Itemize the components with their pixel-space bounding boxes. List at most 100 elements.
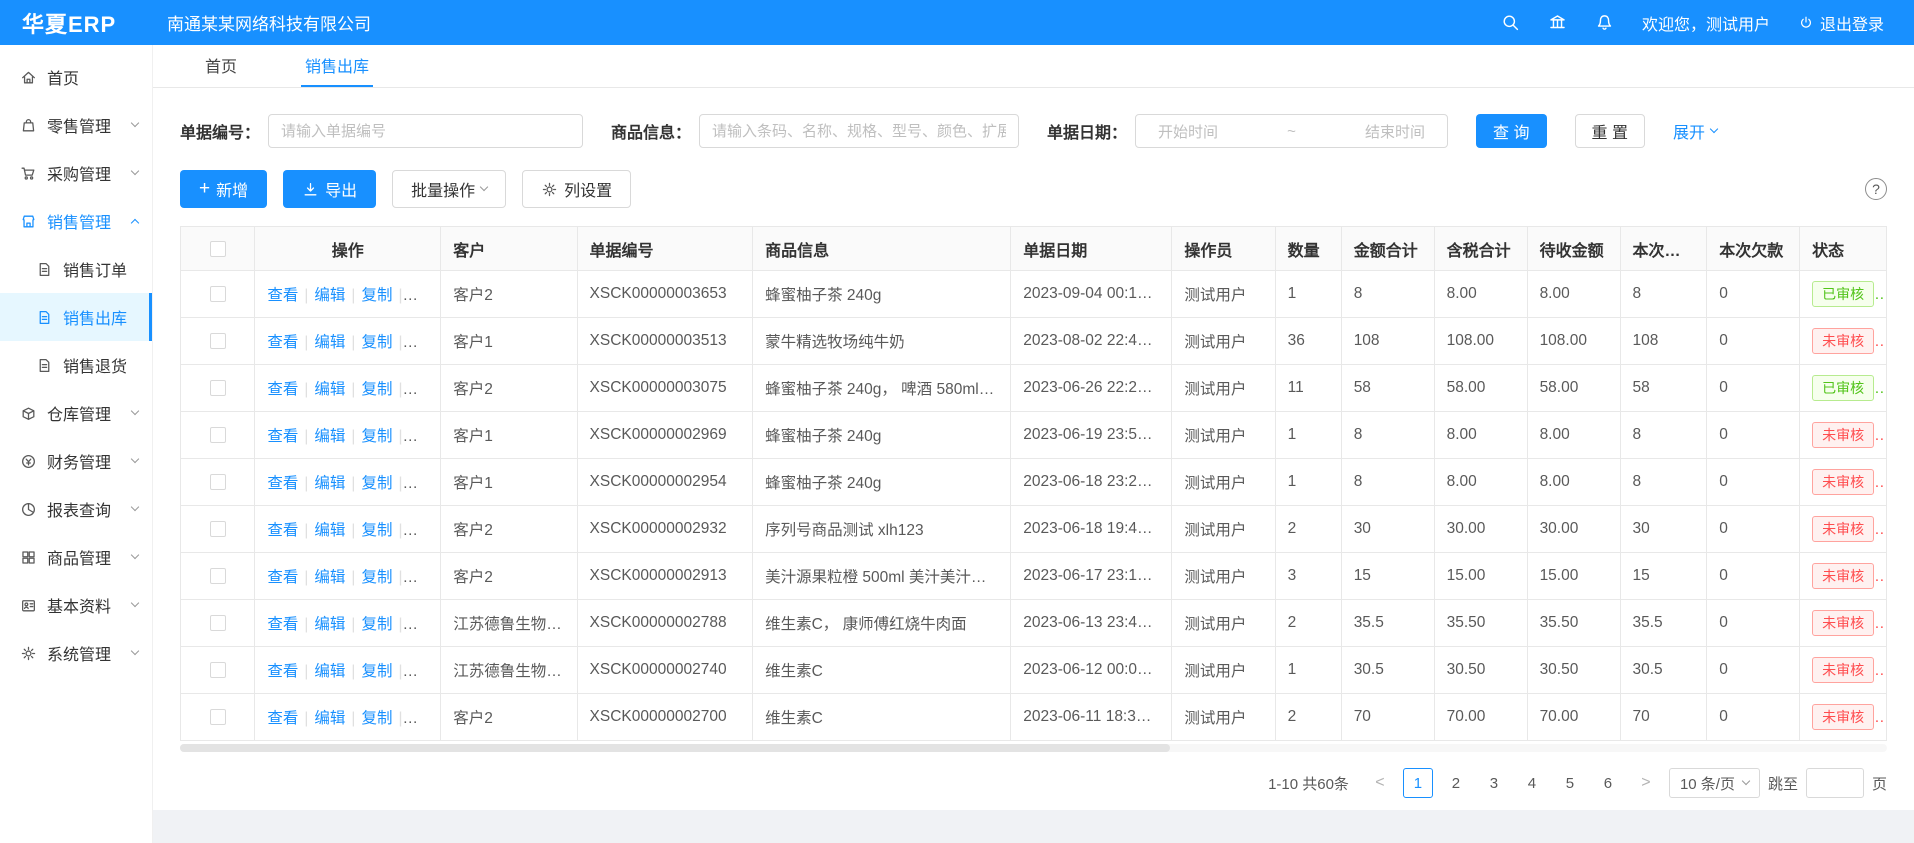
horizontal-scrollbar[interactable] bbox=[180, 744, 1887, 752]
sidebar-item-goods[interactable]: 商品管理 bbox=[0, 533, 152, 581]
row-action-edit[interactable]: 编辑 bbox=[314, 569, 345, 586]
date-range-picker[interactable]: 开始时间 ~ 结束时间 bbox=[1135, 114, 1448, 148]
page-button-3[interactable]: 3 bbox=[1479, 768, 1509, 798]
row-action-view[interactable]: 查看 bbox=[267, 334, 298, 351]
select-all-checkbox[interactable] bbox=[210, 241, 226, 257]
row-action-edit[interactable]: 编辑 bbox=[314, 287, 345, 304]
prev-page-button[interactable]: < bbox=[1365, 768, 1395, 798]
row-checkbox[interactable] bbox=[210, 427, 226, 443]
chevron-up-icon bbox=[131, 219, 139, 227]
row-action-copy[interactable]: 复制 bbox=[361, 475, 392, 492]
bell-icon[interactable] bbox=[1595, 13, 1614, 32]
sidebar-item-report[interactable]: 报表查询 bbox=[0, 485, 152, 533]
sidebar-item-retail[interactable]: 零售管理 bbox=[0, 101, 152, 149]
page-button-2[interactable]: 2 bbox=[1441, 768, 1471, 798]
sidebar-item-home[interactable]: 首页 bbox=[0, 53, 152, 101]
logout-button[interactable]: 退出登录 bbox=[1798, 11, 1884, 35]
search-icon[interactable] bbox=[1501, 13, 1520, 32]
page-button-4[interactable]: 4 bbox=[1517, 768, 1547, 798]
row-action-edit[interactable]: 编辑 bbox=[314, 475, 345, 492]
column-settings-button[interactable]: 列设置 bbox=[522, 170, 631, 208]
row-action-copy[interactable]: 复制 bbox=[361, 710, 392, 727]
row-action-copy[interactable]: 复制 bbox=[361, 616, 392, 633]
row-action-edit[interactable]: 编辑 bbox=[314, 428, 345, 445]
bank-icon[interactable] bbox=[1548, 13, 1567, 32]
add-button[interactable]: + 新增 bbox=[180, 170, 267, 208]
sidebar-item-sales-outbound[interactable]: 销售出库 bbox=[0, 293, 152, 341]
row-checkbox[interactable] bbox=[210, 521, 226, 537]
sidebar-item-purchase[interactable]: 采购管理 bbox=[0, 149, 152, 197]
sidebar-item-system[interactable]: 系统管理 bbox=[0, 629, 152, 677]
row-checkbox[interactable] bbox=[210, 568, 226, 584]
row-checkbox[interactable] bbox=[210, 662, 226, 678]
export-label: 导出 bbox=[325, 177, 357, 201]
sidebar-item-sales-order[interactable]: 销售订单 bbox=[0, 245, 152, 293]
page-button-6[interactable]: 6 bbox=[1593, 768, 1623, 798]
row-action-copy[interactable]: 复制 bbox=[361, 569, 392, 586]
row-action-edit[interactable]: 编辑 bbox=[314, 522, 345, 539]
row-action-copy[interactable]: 复制 bbox=[361, 663, 392, 680]
product-info-input[interactable] bbox=[699, 114, 1019, 148]
batch-label: 批量操作 bbox=[411, 177, 475, 201]
row-action-view[interactable]: 查看 bbox=[267, 616, 298, 633]
row-checkbox[interactable] bbox=[210, 474, 226, 490]
row-action-edit[interactable]: 编辑 bbox=[314, 616, 345, 633]
row-action-view[interactable]: 查看 bbox=[267, 710, 298, 727]
row-action-view[interactable]: 查看 bbox=[267, 663, 298, 680]
export-button[interactable]: 导出 bbox=[283, 170, 376, 208]
row-action-copy[interactable]: 复制 bbox=[361, 381, 392, 398]
sidebar-item-finance[interactable]: 财务管理 bbox=[0, 437, 152, 485]
row-action-edit[interactable]: 编辑 bbox=[314, 710, 345, 727]
row-action-edit[interactable]: 编辑 bbox=[314, 334, 345, 351]
row-checkbox[interactable] bbox=[210, 709, 226, 725]
row-action-view[interactable]: 查看 bbox=[267, 287, 298, 304]
page-size-select[interactable]: 10 条/页 bbox=[1669, 768, 1760, 798]
row-action-copy[interactable]: 复制 bbox=[361, 428, 392, 445]
row-action-view[interactable]: 查看 bbox=[267, 475, 298, 492]
sidebar-item-sales[interactable]: 销售管理 bbox=[0, 197, 152, 245]
help-icon[interactable]: ? bbox=[1865, 178, 1887, 200]
row-action-edit[interactable]: 编辑 bbox=[314, 381, 345, 398]
row-checkbox[interactable] bbox=[210, 286, 226, 302]
tax-total-cell: 15.00 bbox=[1434, 553, 1527, 600]
page-button-1[interactable]: 1 bbox=[1403, 768, 1433, 798]
doc-date-cell: 2023-09-04 00:18:39 bbox=[1011, 271, 1172, 318]
status-badge: 未审核 bbox=[1812, 704, 1874, 730]
amount-total-cell: 35.5 bbox=[1341, 600, 1434, 647]
column-header: 单据日期 bbox=[1011, 227, 1172, 271]
search-button[interactable]: 查 询 bbox=[1476, 114, 1546, 148]
operator-cell: 测试用户 bbox=[1172, 600, 1275, 647]
page-button-5[interactable]: 5 bbox=[1555, 768, 1585, 798]
row-action-copy[interactable]: 复制 bbox=[361, 522, 392, 539]
row-action-copy[interactable]: 复制 bbox=[361, 287, 392, 304]
batch-operations-button[interactable]: 批量操作 bbox=[392, 170, 506, 208]
sidebar-item-warehouse[interactable]: 仓库管理 bbox=[0, 389, 152, 437]
jump-page-input[interactable] bbox=[1806, 768, 1864, 798]
doc-date-cell: 2023-08-02 22:49:24 bbox=[1011, 318, 1172, 365]
next-page-button[interactable]: > bbox=[1631, 768, 1661, 798]
action-separator: | bbox=[304, 710, 308, 727]
row-action-edit[interactable]: 编辑 bbox=[314, 663, 345, 680]
row-checkbox[interactable] bbox=[210, 380, 226, 396]
row-action-view[interactable]: 查看 bbox=[267, 522, 298, 539]
table-row: 查看|编辑|复制|删除客户2XSCK00000003653蜂蜜柚子茶 240g2… bbox=[181, 271, 1887, 318]
row-checkbox[interactable] bbox=[210, 615, 226, 631]
product-info-cell: 蜂蜜柚子茶 240g bbox=[753, 412, 1011, 459]
checkbox-cell bbox=[181, 365, 255, 412]
sidebar-item-sales-return[interactable]: 销售退货 bbox=[0, 341, 152, 389]
tab-sales-outbound[interactable]: 销售出库 bbox=[301, 45, 373, 87]
doc-date-cell: 2023-06-11 18:38:49 bbox=[1011, 694, 1172, 741]
doc-number-input[interactable] bbox=[268, 114, 583, 148]
sidebar-item-label: 系统管理 bbox=[47, 641, 111, 665]
scrollbar-thumb[interactable] bbox=[180, 744, 1170, 752]
row-checkbox[interactable] bbox=[210, 333, 226, 349]
reset-button[interactable]: 重 置 bbox=[1575, 114, 1645, 148]
row-action-view[interactable]: 查看 bbox=[267, 381, 298, 398]
sidebar-item-basic-data[interactable]: 基本资料 bbox=[0, 581, 152, 629]
row-action-view[interactable]: 查看 bbox=[267, 569, 298, 586]
tab-home[interactable]: 首页 bbox=[201, 45, 241, 87]
row-action-view[interactable]: 查看 bbox=[267, 428, 298, 445]
row-action-copy[interactable]: 复制 bbox=[361, 334, 392, 351]
expand-link[interactable]: 展开 bbox=[1673, 119, 1717, 143]
status-cell: 已审核 bbox=[1800, 271, 1887, 318]
